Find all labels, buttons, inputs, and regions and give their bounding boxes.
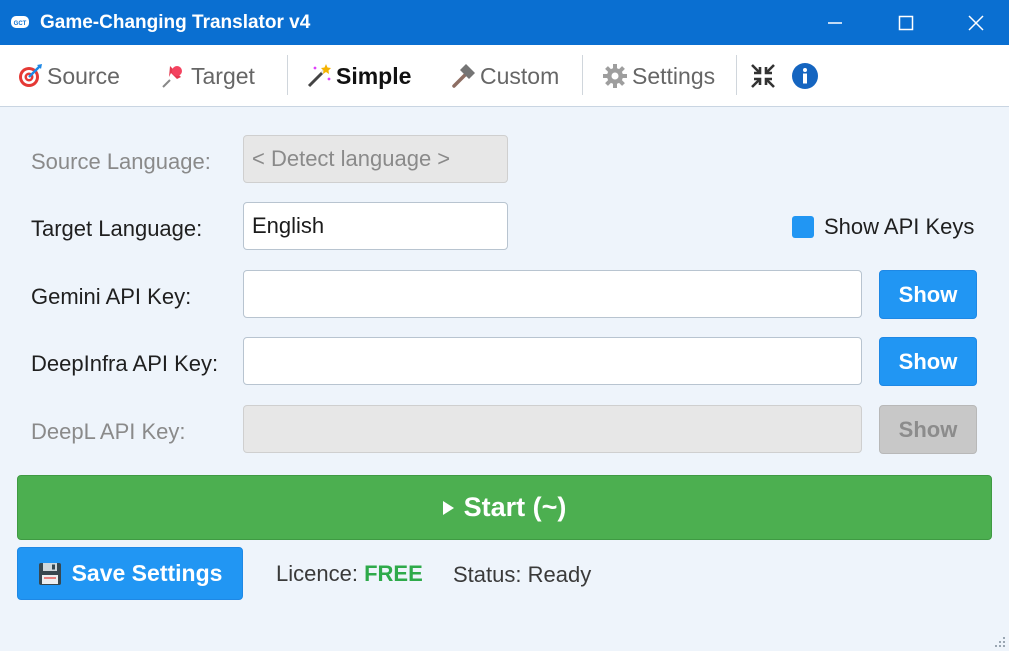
- gemini-api-key-input[interactable]: [243, 270, 862, 318]
- maximize-icon: [898, 15, 914, 30]
- hammer-icon: [452, 64, 475, 88]
- target-icon: [19, 64, 42, 87]
- licence-label: Licence:: [276, 561, 358, 586]
- target-language-label: Target Language:: [31, 216, 203, 241]
- magic-wand-icon: [307, 64, 331, 88]
- tab-simple[interactable]: Simple: [306, 45, 411, 107]
- close-button[interactable]: [941, 0, 1009, 45]
- deepinfra-api-key-input[interactable]: [243, 337, 862, 385]
- deepinfra-show-button[interactable]: Show: [879, 337, 977, 386]
- info-icon: [792, 63, 818, 89]
- tab-custom[interactable]: Custom: [450, 45, 559, 107]
- tab-target-label: Target: [191, 62, 255, 89]
- tab-source-label: Source: [47, 62, 120, 89]
- floppy-disk-icon: [38, 562, 61, 585]
- show-api-keys-checkbox[interactable]: Show API Keys: [792, 214, 974, 240]
- close-icon: [968, 14, 984, 31]
- maximize-button[interactable]: [871, 0, 941, 45]
- start-button[interactable]: Start (~): [17, 475, 992, 540]
- tab-settings[interactable]: Settings: [602, 45, 715, 107]
- save-settings-button[interactable]: Save Settings: [17, 547, 243, 600]
- compress-button[interactable]: [750, 45, 776, 107]
- checkbox-box[interactable]: [792, 216, 814, 238]
- gemini-show-button[interactable]: Show: [879, 270, 977, 319]
- minimize-button[interactable]: [800, 0, 870, 45]
- tab-source[interactable]: Source: [17, 45, 120, 107]
- gct-controller-icon: GCT: [11, 16, 29, 28]
- tab-simple-label: Simple: [336, 62, 412, 89]
- pushpin-icon: [162, 66, 182, 88]
- toolbar-separator: [287, 55, 288, 95]
- toolbar: Source Target Simple Custom Settings: [0, 45, 1009, 107]
- window-title: Game-Changing Translator v4: [40, 12, 311, 33]
- compress-icon: [751, 64, 775, 88]
- start-button-label: Start (~): [463, 492, 567, 522]
- svg-text:GCT: GCT: [14, 21, 27, 27]
- licence-info: Licence: FREE: [276, 561, 423, 587]
- deepl-show-button[interactable]: Show: [879, 405, 977, 454]
- licence-value: FREE: [364, 561, 423, 586]
- toolbar-separator: [582, 55, 583, 95]
- save-settings-label: Save Settings: [71, 560, 223, 586]
- gear-icon: [603, 64, 627, 88]
- title-bar: GCT Game-Changing Translator v4: [0, 0, 1009, 45]
- resize-grip-icon[interactable]: [994, 636, 1006, 648]
- play-icon: [442, 500, 454, 515]
- tab-target[interactable]: Target: [161, 45, 255, 107]
- deepl-api-key-input[interactable]: [243, 405, 862, 453]
- minimize-icon: [828, 21, 842, 24]
- tab-custom-label: Custom: [480, 62, 560, 89]
- deepl-api-key-label: DeepL API Key:: [31, 419, 186, 444]
- deepinfra-api-key-label: DeepInfra API Key:: [31, 351, 219, 376]
- gemini-api-key-label: Gemini API Key:: [31, 284, 192, 309]
- info-button[interactable]: [791, 45, 819, 107]
- source-language-label: Source Language:: [31, 149, 211, 174]
- tab-settings-label: Settings: [632, 62, 716, 89]
- target-language-select[interactable]: English: [243, 202, 508, 250]
- show-api-keys-label: Show API Keys: [824, 214, 975, 239]
- toolbar-separator: [736, 55, 737, 95]
- status-text: Status: Ready: [453, 562, 592, 587]
- source-language-select[interactable]: < Detect language >: [243, 135, 508, 183]
